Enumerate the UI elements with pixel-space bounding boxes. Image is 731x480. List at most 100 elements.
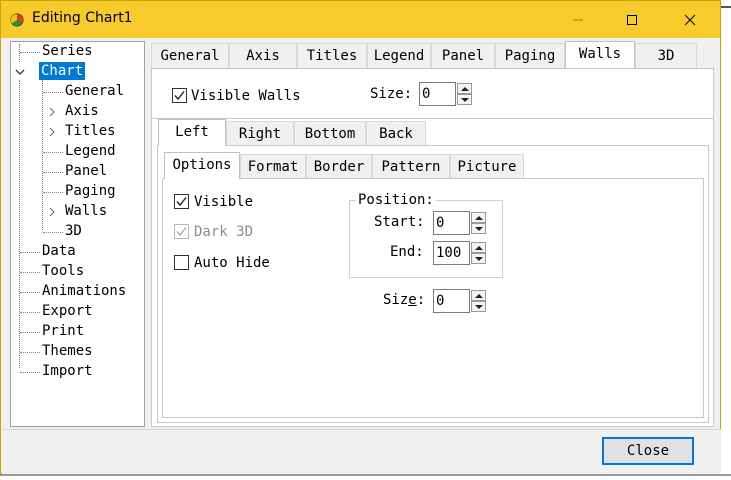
options-size-spinner[interactable] [433,289,489,313]
end-spinner[interactable] [433,241,489,265]
backdrop [721,0,731,480]
options-size-label: Size: [383,291,425,309]
tab-right[interactable]: Right [226,121,294,146]
close-button[interactable]: Close [602,437,694,465]
arrow-down-icon [475,305,483,309]
tree-item-themes[interactable]: Themes [42,342,93,360]
start-spinner[interactable] [433,211,489,235]
chevron-right-icon[interactable] [47,127,57,137]
spin-up-button[interactable] [471,212,486,223]
tree-item-animations[interactable]: Animations [42,282,126,300]
spin-down-button[interactable] [471,301,486,312]
tree-item-titles[interactable]: Titles [65,122,116,140]
tree-item-3d[interactable]: 3D [65,222,82,240]
tree-guide [20,372,40,373]
spin-up-button[interactable] [457,83,472,94]
tree-item-panel[interactable]: Panel [65,162,107,180]
tab-picture[interactable]: Picture [450,154,524,179]
spin-down-button[interactable] [471,223,486,234]
checkmark-icon [176,197,187,207]
tree-guide [43,232,63,233]
spin-up-button[interactable] [471,290,486,301]
tab-pattern[interactable]: Pattern [372,154,450,179]
chevron-right-icon[interactable] [47,207,57,217]
tree-item-paging[interactable]: Paging [65,182,116,200]
tab-legend[interactable]: Legend [367,43,431,68]
minimize-icon [573,19,583,20]
tree-item-import[interactable]: Import [42,362,93,380]
visible-walls-checkbox[interactable] [172,88,187,103]
divider [152,118,713,119]
app-icon [10,13,24,27]
end-input[interactable] [433,241,470,265]
tab-paging[interactable]: Paging [495,43,565,68]
arrow-up-icon [475,246,483,250]
spin-down-button[interactable] [471,253,486,264]
arrow-down-icon [475,227,483,231]
tree-guide [20,52,40,53]
minimize-button[interactable] [555,1,601,38]
options-size-input[interactable] [433,289,470,313]
tree-guide [19,44,20,62]
walls-page: Visible Walls Size: Left Right Bottom Ba… [151,68,714,427]
tree-item-export[interactable]: Export [42,302,93,320]
chevron-down-icon[interactable] [15,67,25,77]
tree-guide [43,172,63,173]
tree-item-series[interactable]: Series [42,42,93,60]
tab-walls[interactable]: Walls [565,41,635,68]
tree-item-walls[interactable]: Walls [65,202,107,220]
checkmark-icon [174,91,185,101]
sub-tab-strip: Options Format Border Pattern Picture [164,152,534,180]
close-window-button[interactable] [667,1,713,38]
tree-item-general[interactable]: General [65,82,124,100]
tree-guide [43,152,63,153]
tree-item-print[interactable]: Print [42,322,84,340]
tab-general[interactable]: General [151,43,229,68]
tab-bottom[interactable]: Bottom [294,121,366,146]
tree-item-data[interactable]: Data [42,242,76,260]
tree-guide [42,80,43,230]
backdrop-line [0,474,731,476]
walls-size-input[interactable] [419,82,456,106]
start-input[interactable] [433,211,470,235]
tab-titles[interactable]: Titles [297,43,367,68]
visible-checkbox[interactable] [174,194,189,209]
dark3d-checkbox[interactable] [174,224,189,239]
checkmark-icon [176,227,187,237]
backdrop-line [721,6,731,8]
walls-size-label: Size: [370,86,413,102]
tree-item-legend[interactable]: Legend [65,142,116,160]
arrow-up-icon [461,87,469,91]
chevron-right-icon[interactable] [47,107,57,117]
tree-item-chart[interactable]: Chart [39,62,86,80]
main-tab-strip: General Axis Titles Legend Panel Paging … [151,41,713,69]
autohide-checkbox[interactable] [174,255,189,270]
title-bar[interactable]: Editing Chart1 [1,1,720,38]
tab-format[interactable]: Format [240,154,306,179]
spin-up-button[interactable] [471,242,486,253]
tab-panel[interactable]: Panel [431,43,495,68]
tab-options[interactable]: Options [164,152,240,179]
tree-guide [20,292,40,293]
walls-size-spinner[interactable] [419,82,475,106]
maximize-icon [627,14,637,25]
navigation-tree[interactable]: Series Chart General Axis Titles Legend … [10,41,145,427]
tree-guide [20,272,40,273]
arrow-down-icon [475,257,483,261]
visible-walls-label: Visible Walls [191,88,301,104]
left-wall-page: Options Format Border Pattern Picture Vi… [157,145,709,423]
tab-3d[interactable]: 3D [635,43,697,68]
tab-left[interactable]: Left [158,119,226,146]
maximize-button[interactable] [609,1,655,38]
size-label-pre: Siz [383,292,409,308]
arrow-up-icon [475,216,483,220]
tab-back[interactable]: Back [366,121,426,146]
visible-label: Visible [194,194,254,210]
tab-axis[interactable]: Axis [229,43,297,68]
size-label-post: : [416,292,426,308]
spin-down-button[interactable] [457,94,472,105]
tree-item-tools[interactable]: Tools [42,262,84,280]
tree-item-axis[interactable]: Axis [65,102,99,120]
tab-border[interactable]: Border [306,154,372,179]
size-label-accel: e [408,292,417,308]
